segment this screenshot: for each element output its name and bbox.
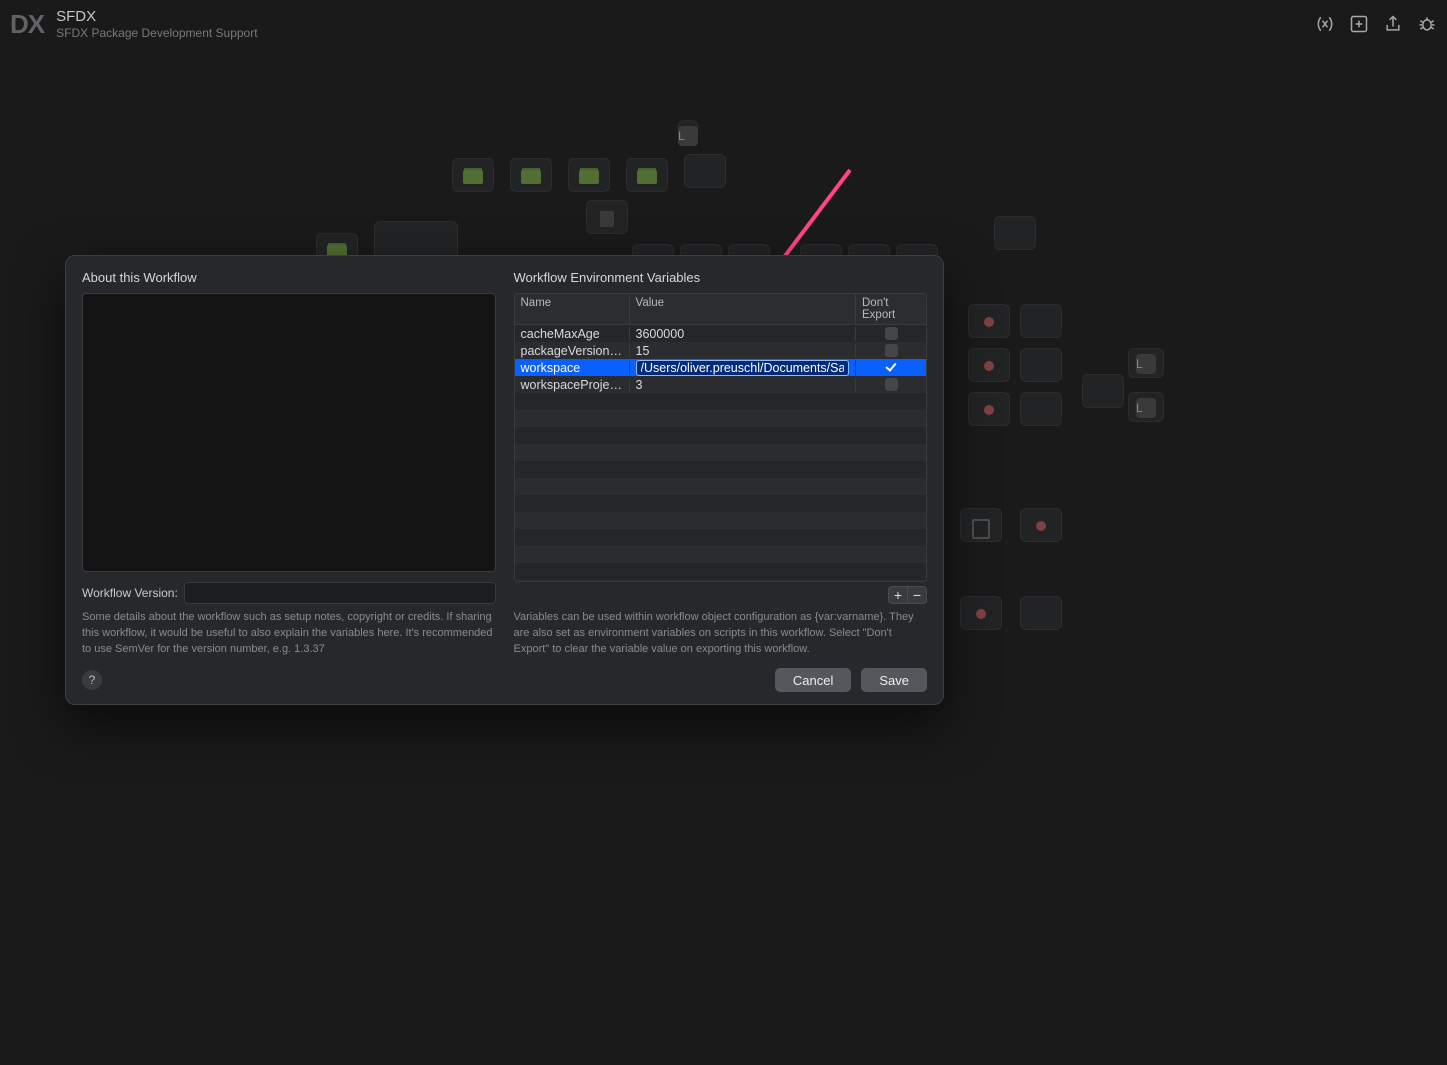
table-row[interactable] bbox=[515, 393, 927, 410]
workflow-node[interactable] bbox=[1020, 508, 1062, 542]
workflow-node[interactable] bbox=[510, 158, 552, 192]
workflow-node[interactable] bbox=[960, 508, 1002, 542]
table-row[interactable] bbox=[515, 444, 927, 461]
workflow-node[interactable] bbox=[1082, 374, 1124, 408]
table-row[interactable] bbox=[515, 529, 927, 546]
var-value-cell[interactable]: 3600000 bbox=[630, 327, 857, 341]
col-dont-export: Don't Export bbox=[856, 294, 926, 324]
var-name-cell[interactable]: packageVersionW… bbox=[515, 344, 630, 358]
var-name-cell[interactable]: cacheMaxAge bbox=[515, 327, 630, 341]
workflow-node[interactable] bbox=[1020, 392, 1062, 426]
dont-export-checkbox[interactable] bbox=[885, 327, 898, 340]
var-value-cell[interactable] bbox=[630, 360, 857, 376]
table-row[interactable] bbox=[515, 546, 927, 563]
var-export-cell[interactable] bbox=[856, 361, 926, 374]
table-row[interactable] bbox=[515, 410, 927, 427]
add-var-button[interactable]: + bbox=[888, 586, 908, 604]
env-vars-heading: Workflow Environment Variables bbox=[514, 270, 928, 285]
remove-var-button[interactable]: − bbox=[907, 586, 927, 604]
table-row[interactable]: cacheMaxAge3600000 bbox=[515, 325, 927, 342]
add-icon[interactable] bbox=[1349, 14, 1369, 34]
dont-export-checkbox[interactable] bbox=[885, 378, 898, 391]
col-name: Name bbox=[515, 294, 630, 324]
app-topbar: DX SFDX SFDX Package Development Support bbox=[0, 0, 1447, 48]
col-value: Value bbox=[630, 294, 857, 324]
workflow-node[interactable] bbox=[960, 596, 1002, 630]
env-vars-table[interactable]: Name Value Don't Export cacheMaxAge36000… bbox=[514, 293, 928, 582]
var-export-cell[interactable] bbox=[856, 344, 926, 357]
about-panel: About this Workflow Workflow Version: So… bbox=[82, 270, 496, 658]
app-logo: DX bbox=[10, 9, 44, 40]
cancel-button[interactable]: Cancel bbox=[775, 668, 851, 692]
workflow-node[interactable] bbox=[1128, 348, 1164, 378]
workflow-subtitle: SFDX Package Development Support bbox=[56, 26, 257, 40]
help-button[interactable]: ? bbox=[82, 670, 102, 690]
workflow-node[interactable] bbox=[1128, 392, 1164, 422]
workflow-node[interactable] bbox=[968, 304, 1010, 338]
table-row[interactable] bbox=[515, 478, 927, 495]
workflow-node[interactable] bbox=[1020, 596, 1062, 630]
table-row[interactable]: workspace bbox=[515, 359, 927, 376]
env-vars-hint: Variables can be used within workflow ob… bbox=[514, 610, 928, 658]
share-icon[interactable] bbox=[1383, 14, 1403, 34]
save-button[interactable]: Save bbox=[861, 668, 927, 692]
table-header: Name Value Don't Export bbox=[515, 294, 927, 325]
var-value-cell[interactable]: 15 bbox=[630, 344, 857, 358]
workflow-title-block: SFDX SFDX Package Development Support bbox=[56, 8, 257, 40]
workflow-node[interactable] bbox=[684, 154, 726, 188]
var-name-cell[interactable]: workspaceProject… bbox=[515, 378, 630, 392]
table-row[interactable]: packageVersionW…15 bbox=[515, 342, 927, 359]
about-heading: About this Workflow bbox=[82, 270, 496, 285]
workflow-node[interactable] bbox=[678, 120, 698, 140]
table-row[interactable] bbox=[515, 563, 927, 580]
table-row[interactable] bbox=[515, 427, 927, 444]
var-export-cell[interactable] bbox=[856, 327, 926, 340]
about-hint: Some details about the workflow such as … bbox=[82, 610, 496, 658]
var-name-cell[interactable]: workspace bbox=[515, 361, 630, 375]
var-value-input[interactable] bbox=[636, 360, 850, 376]
table-row[interactable] bbox=[515, 580, 927, 581]
workflow-node[interactable] bbox=[994, 216, 1036, 250]
version-label: Workflow Version: bbox=[82, 586, 178, 600]
workflow-node[interactable] bbox=[586, 200, 628, 234]
var-export-cell[interactable] bbox=[856, 378, 926, 391]
workflow-node[interactable] bbox=[1020, 348, 1062, 382]
workflow-node[interactable] bbox=[968, 392, 1010, 426]
dont-export-checkbox[interactable] bbox=[885, 361, 898, 374]
env-vars-panel: Workflow Environment Variables Name Valu… bbox=[514, 270, 928, 658]
workflow-settings-dialog: About this Workflow Workflow Version: So… bbox=[65, 255, 944, 705]
workflow-node[interactable] bbox=[968, 348, 1010, 382]
table-row[interactable] bbox=[515, 461, 927, 478]
variables-icon[interactable] bbox=[1315, 14, 1335, 34]
table-row[interactable] bbox=[515, 512, 927, 529]
workflow-node[interactable] bbox=[626, 158, 668, 192]
var-value-cell[interactable]: 3 bbox=[630, 378, 857, 392]
version-input[interactable] bbox=[184, 582, 496, 604]
table-row[interactable]: workspaceProject…3 bbox=[515, 376, 927, 393]
workflow-title: SFDX bbox=[56, 8, 257, 26]
readme-textarea[interactable] bbox=[82, 293, 496, 572]
workflow-node[interactable] bbox=[452, 158, 494, 192]
table-row[interactable] bbox=[515, 495, 927, 512]
workflow-node[interactable] bbox=[1020, 304, 1062, 338]
dont-export-checkbox[interactable] bbox=[885, 344, 898, 357]
workflow-node[interactable] bbox=[568, 158, 610, 192]
debug-icon[interactable] bbox=[1417, 14, 1437, 34]
